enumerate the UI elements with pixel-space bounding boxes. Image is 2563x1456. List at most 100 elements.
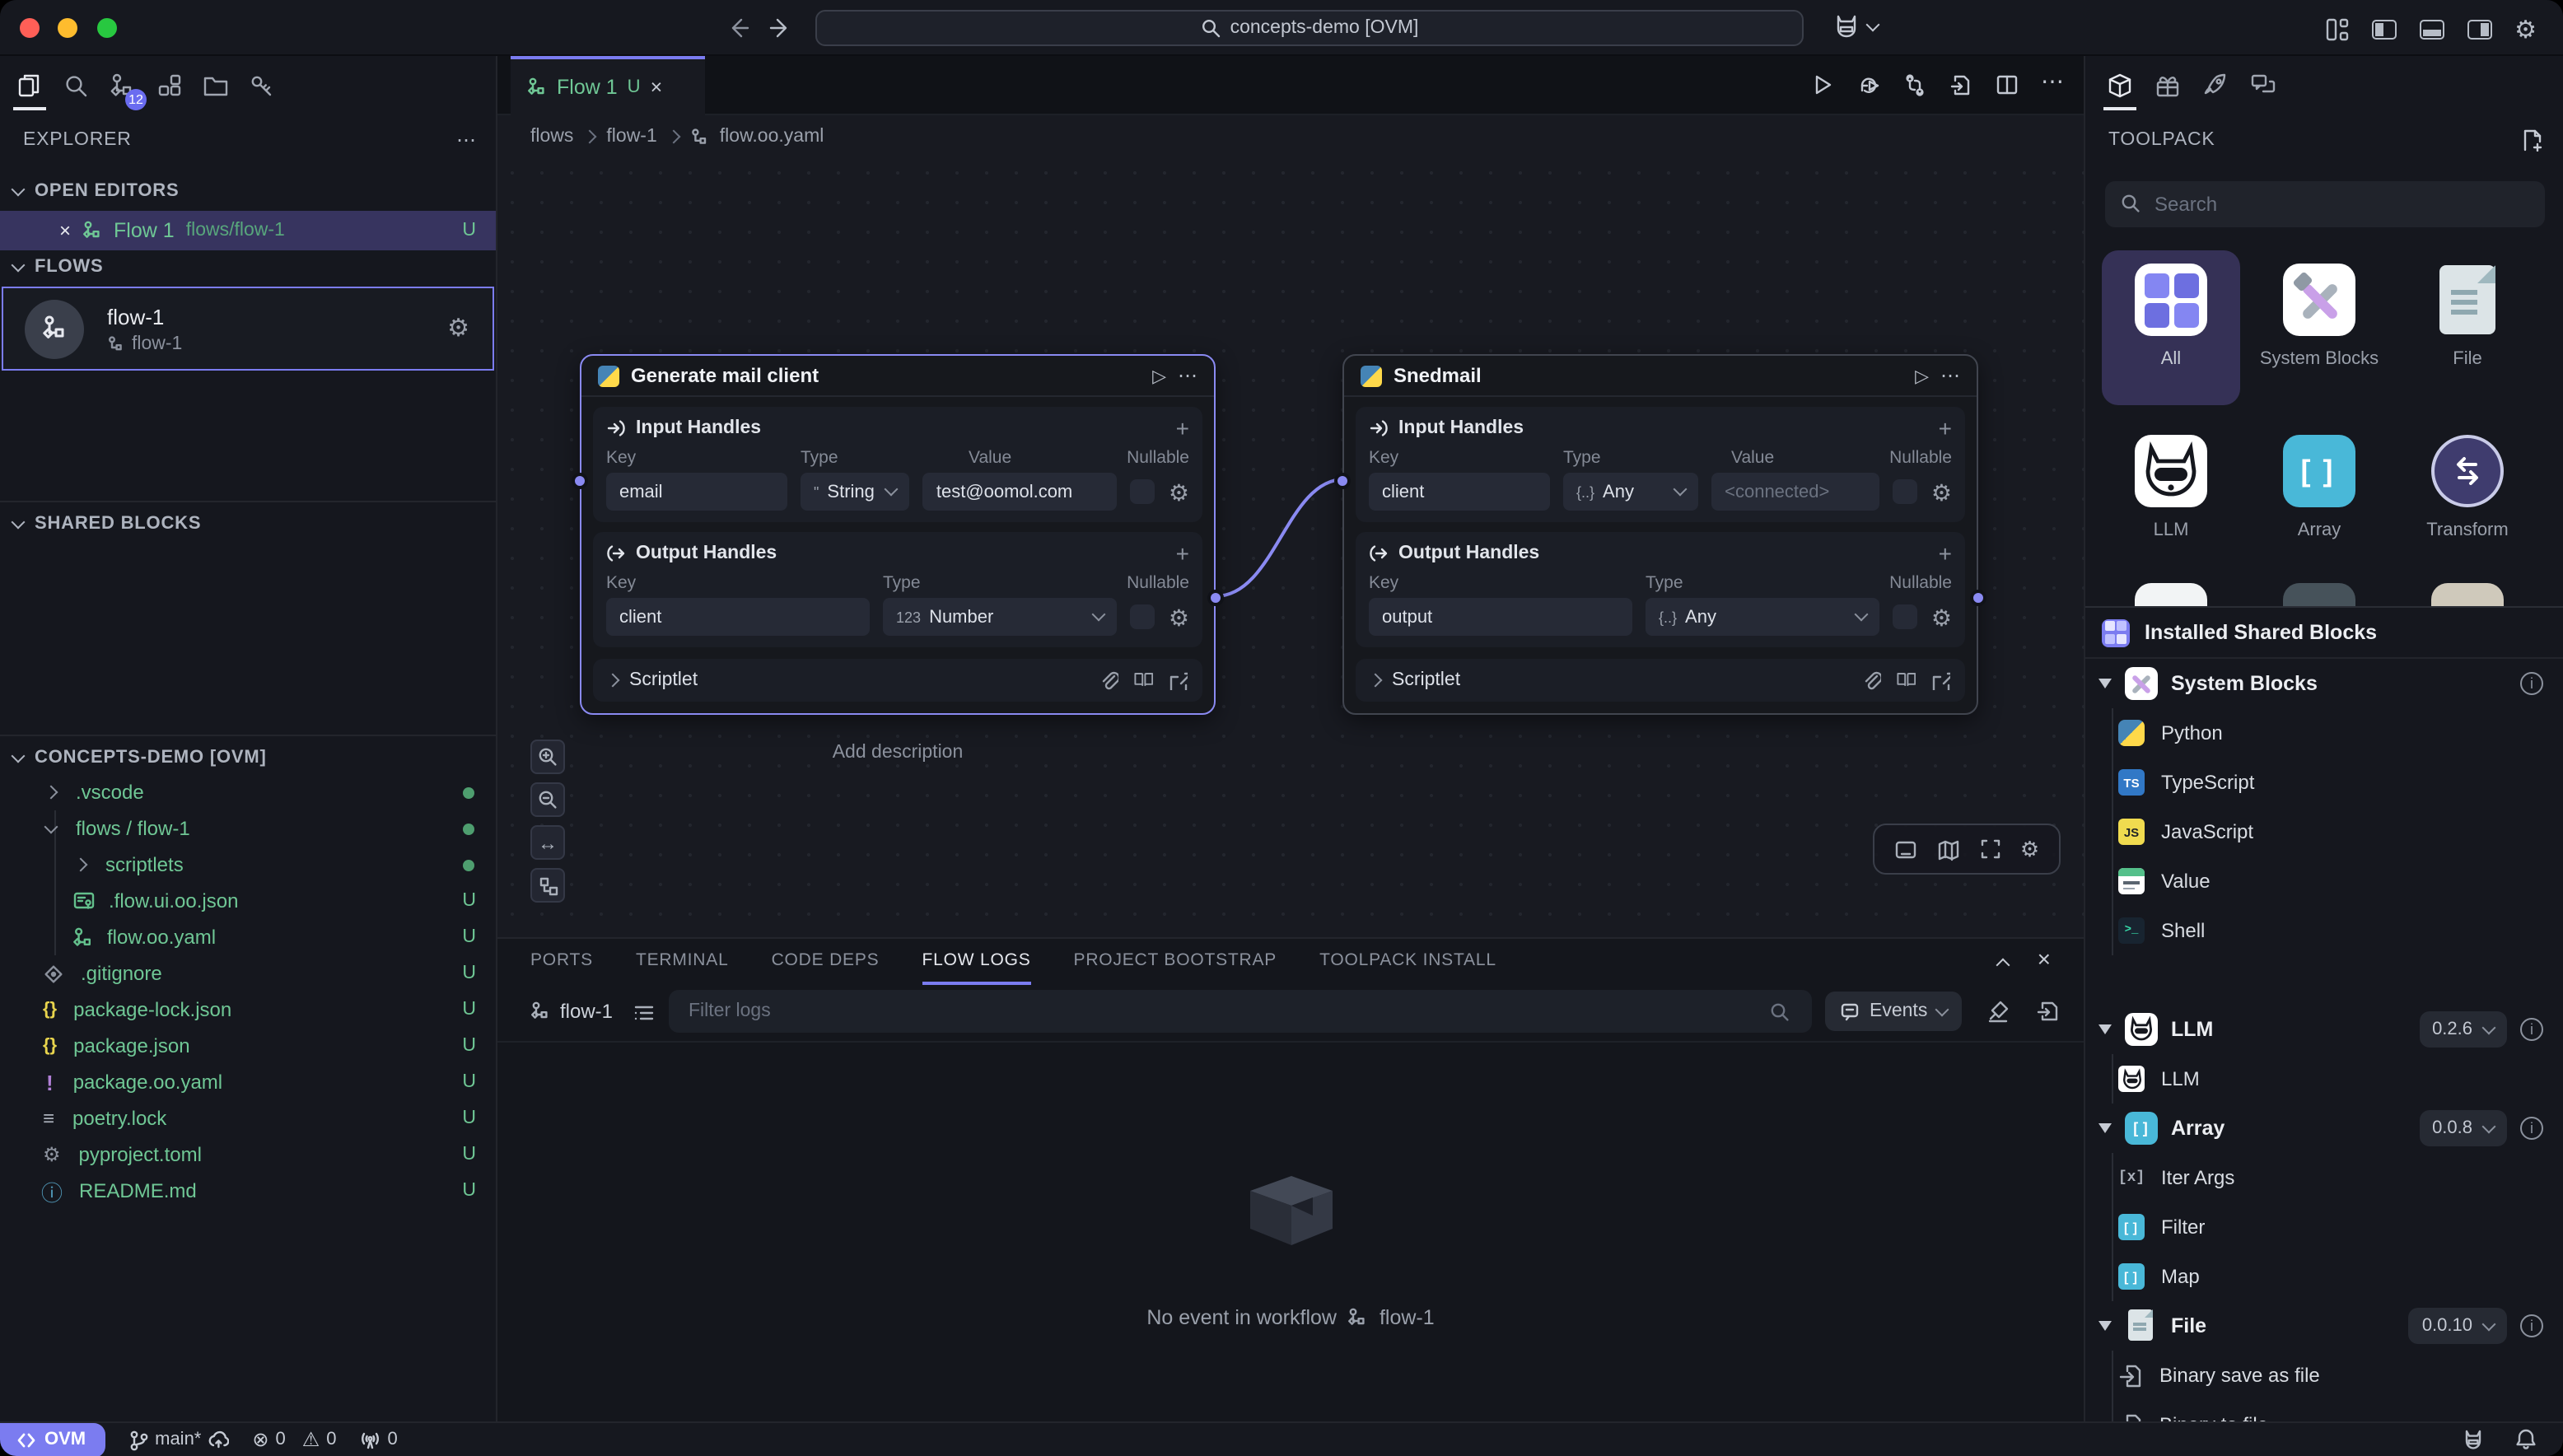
remote-indicator[interactable]: OVM (0, 1422, 105, 1456)
flow-selector[interactable]: flow-1 (530, 1000, 613, 1023)
node-more-icon[interactable]: ⋯ (1940, 364, 1960, 387)
tile-all[interactable]: All (2102, 264, 2240, 372)
problems-indicator[interactable]: ⊗0 ⚠0 (252, 1428, 336, 1451)
output-key-field[interactable] (1369, 598, 1632, 636)
toggle-panel-icon[interactable] (1894, 838, 1917, 861)
nullable-checkbox[interactable] (1131, 479, 1155, 504)
log-level-list-icon[interactable] (633, 1001, 656, 1024)
auto-layout-button[interactable] (530, 868, 565, 903)
open-editors-header[interactable]: OPEN EDITORS (13, 181, 179, 201)
breadcrumb[interactable]: flows flow-1 flow.oo.yaml (497, 115, 2084, 158)
add-output-icon[interactable]: + (1176, 540, 1189, 567)
add-description-button[interactable]: Add description (580, 743, 1216, 763)
split-editor-icon[interactable] (1995, 72, 2019, 97)
explorer-tab-icon[interactable] (16, 72, 43, 99)
run-node-icon[interactable]: ▷ (1152, 365, 1166, 386)
close-editor-icon[interactable]: × (59, 219, 71, 242)
toggle-left-sidebar-icon[interactable] (2371, 20, 2396, 40)
input-key-field[interactable] (606, 473, 787, 511)
tree-item-package-lock[interactable]: {} package-lock.json U (0, 992, 496, 1028)
ports-indicator[interactable]: 0 (360, 1430, 398, 1449)
item-shell[interactable]: >_Shell (2085, 906, 2563, 955)
info-icon[interactable]: i (2520, 1314, 2543, 1337)
explorer-more-icon[interactable]: ⋯ (456, 128, 476, 152)
tab-ports[interactable]: PORTS (530, 939, 593, 985)
tree-item-vscode[interactable]: .vscode (0, 774, 496, 810)
blocks-tab-icon[interactable] (156, 72, 183, 99)
export-logs-icon[interactable] (2036, 1000, 2059, 1023)
mascot-status-icon[interactable] (2461, 1428, 2486, 1451)
close-window-icon[interactable] (20, 18, 40, 38)
breadcrumb-item[interactable]: flow-1 (606, 127, 656, 147)
input-value-field[interactable] (923, 473, 1118, 511)
maximize-panel-icon[interactable] (1998, 952, 2008, 975)
tab-code-deps[interactable]: CODE DEPS (772, 939, 880, 985)
group-file[interactable]: File 0.0.10 i (2085, 1301, 2563, 1351)
tab-terminal[interactable]: TERMINAL (636, 939, 729, 985)
toggle-right-sidebar-icon[interactable] (2467, 20, 2491, 40)
item-map[interactable]: [ ]Map (2085, 1252, 2563, 1301)
more-actions-icon[interactable]: ⋯ (2041, 72, 2064, 97)
new-toolpack-icon[interactable] (2520, 128, 2543, 152)
output-type-select[interactable]: 123 Number (883, 598, 1118, 636)
fit-view-button[interactable]: ↔ (530, 825, 565, 860)
info-icon[interactable]: i (2520, 1117, 2543, 1140)
version-dropdown[interactable]: 0.0.10 (2409, 1308, 2507, 1344)
nullable-checkbox[interactable] (1893, 479, 1918, 504)
tree-item-readme[interactable]: ⓘ README.md U (0, 1173, 496, 1209)
handle-settings-gear-icon[interactable]: ⚙ (1169, 605, 1189, 628)
version-dropdown[interactable]: 0.2.6 (2419, 1011, 2507, 1048)
item-binary-save-as-file[interactable]: Binary save as file (2085, 1351, 2563, 1400)
tree-item-flow-ui-json[interactable]: .flow.ui.oo.json U (0, 883, 496, 919)
input-handle-dot[interactable] (1334, 473, 1351, 489)
node-more-icon[interactable]: ⋯ (1178, 364, 1197, 387)
scriptlet-section[interactable]: Scriptlet (593, 659, 1202, 702)
toolpack-search-input[interactable] (2105, 181, 2545, 227)
info-icon[interactable]: i (2520, 672, 2543, 695)
flows-tab-icon[interactable]: 12 (109, 72, 137, 100)
close-panel-icon[interactable]: × (2038, 945, 2051, 972)
tab-project-bootstrap[interactable]: PROJECT BOOTSTRAP (1074, 939, 1277, 985)
group-array[interactable]: [ ] Array 0.0.8 i (2085, 1104, 2563, 1153)
tile-array[interactable]: [ ] Array (2250, 435, 2388, 544)
tree-item-flows-flow-1[interactable]: flows / flow-1 (0, 810, 496, 847)
info-icon[interactable]: i (2520, 1018, 2543, 1041)
export-file-icon[interactable] (1949, 72, 1973, 97)
node-snedmail[interactable]: Snedmail ▷ ⋯ Input Handles + Key Type Va… (1342, 354, 1978, 715)
item-iter-args[interactable]: [x]Iter Args (2085, 1153, 2563, 1202)
docs-book-icon[interactable] (1133, 670, 1153, 690)
tree-item-flow-yaml[interactable]: flow.oo.yaml U (0, 919, 496, 955)
handle-settings-gear-icon[interactable]: ⚙ (1931, 605, 1952, 628)
marketplace-gift-icon[interactable] (2155, 72, 2181, 99)
sync-compare-icon[interactable] (1902, 72, 1927, 97)
tab-toolpack-install[interactable]: TOOLPACK INSTALL (1319, 939, 1496, 985)
group-system-blocks[interactable]: System Blocks i (2085, 659, 2563, 708)
secrets-key-tab-icon[interactable] (249, 72, 275, 99)
nullable-checkbox[interactable] (1131, 604, 1155, 629)
node-generate-mail-client[interactable]: Generate mail client ▷ ⋯ Input Handles +… (580, 354, 1216, 715)
toggle-bottom-panel-icon[interactable] (2419, 20, 2444, 40)
breadcrumb-item[interactable]: flows (530, 127, 573, 147)
toolpack-tab-icon[interactable] (2107, 72, 2133, 99)
zoom-out-button[interactable] (530, 782, 565, 817)
tile-llm[interactable]: LLM (2102, 435, 2240, 544)
clear-logs-icon[interactable] (1986, 1000, 2010, 1023)
window-controls[interactable] (20, 18, 129, 43)
bootstrap-rocket-icon[interactable] (2202, 72, 2229, 99)
input-type-select[interactable]: " String (801, 473, 910, 511)
input-key-field[interactable] (1369, 473, 1550, 511)
command-center-search[interactable]: concepts-demo [OVM] (815, 10, 1804, 46)
input-handle-dot[interactable] (572, 473, 588, 489)
notifications-bell-icon[interactable] (2515, 1428, 2537, 1451)
item-llm[interactable]: LLM (2085, 1054, 2563, 1104)
minimize-window-icon[interactable] (58, 18, 78, 38)
input-type-select[interactable]: {..} Any (1563, 473, 1698, 511)
tile-system-blocks[interactable]: System Blocks (2250, 264, 2388, 372)
folder-tab-icon[interactable] (203, 72, 229, 99)
git-branch-indicator[interactable]: main* (128, 1429, 229, 1450)
editor-tab-flow-1[interactable]: Flow 1 U × (511, 56, 705, 115)
maximize-window-icon[interactable] (96, 18, 116, 38)
handle-settings-gear-icon[interactable]: ⚙ (1931, 480, 1952, 503)
output-handle-dot[interactable] (1207, 590, 1224, 606)
run-node-icon[interactable]: ▷ (1915, 365, 1929, 386)
